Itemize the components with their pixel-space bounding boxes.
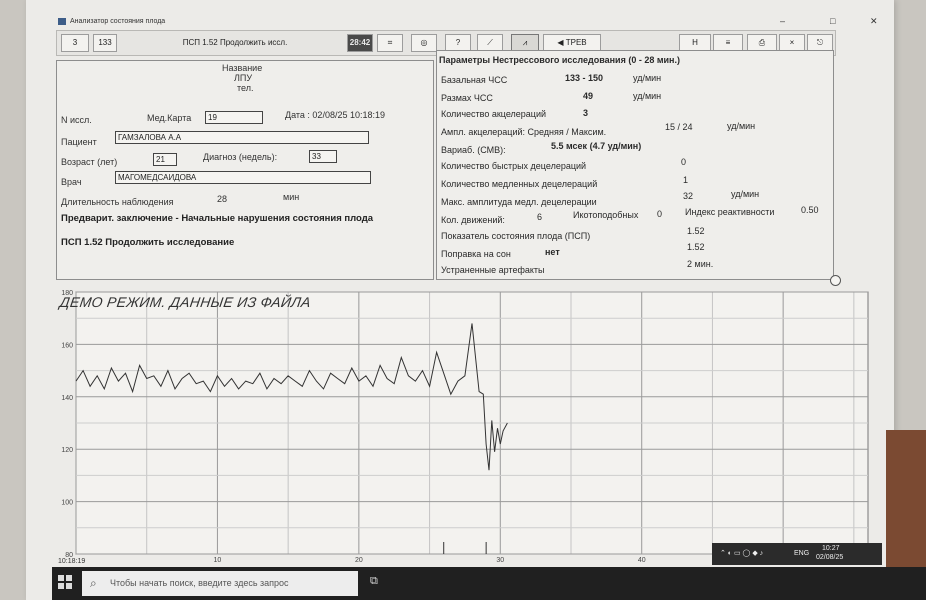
chart-scroll-handle[interactable] [830, 275, 841, 286]
param-label: Количество быстрых децелераций [441, 161, 587, 171]
app-icon [58, 18, 66, 25]
doctor-label: Врач [61, 177, 82, 187]
param-value: 32 [683, 191, 694, 201]
duration-value: 28 [217, 194, 228, 204]
task-view-icon[interactable]: ⧉ [370, 575, 378, 588]
doctor-field[interactable]: МАГОМЕДСАИДОВА [115, 171, 371, 184]
param-label: Устраненные артефакты [441, 265, 545, 275]
status-text: ПСП 1.52 Продолжить иссл. [182, 38, 288, 47]
y-tick-label: 120 [61, 447, 73, 454]
param-label: Показатель состояния плода (ПСП) [441, 231, 591, 241]
age-label: Возраст (лет) [61, 157, 118, 167]
param-value: 5.5 мсек (4.7 уд/мин) [551, 141, 642, 151]
param-value: 1 [683, 175, 689, 185]
psp-extra-value: 1.52 [687, 242, 705, 252]
param-label: Количество акцелераций [441, 109, 547, 119]
patient-field[interactable]: ГАМЗАЛОВА А.А [115, 131, 369, 144]
x-tick-label: 40 [638, 557, 646, 564]
taskbar-search-input[interactable]: ⌕ Чтобы начать поиск, введите здесь запр… [82, 571, 358, 596]
y-tick-label: 160 [61, 342, 73, 349]
org-title: Название [222, 63, 263, 73]
param-value: 49 [583, 91, 594, 101]
system-tray: ⌃ ◐ ▭ ◯ ◆ ♪ ENG 10:27 02/08/25 [712, 543, 882, 565]
param-value: 0 [681, 157, 687, 167]
tray-icons[interactable]: ⌃ ◐ ▭ ◯ ◆ ♪ [720, 549, 763, 557]
date-label: Дата : 02/08/25 10:18:19 [285, 110, 385, 120]
param-label: Базальная ЧСС [441, 75, 508, 85]
duration-unit: мин [283, 192, 300, 202]
x-tick-label: 10 [214, 557, 222, 564]
param-value: 15 / 24 [665, 122, 693, 132]
y-tick-label: 140 [61, 395, 73, 402]
study-number-label: N иссл. [61, 115, 92, 125]
org-phone: тел. [237, 83, 254, 93]
search-icon: ⌕ [90, 576, 97, 590]
alarm-label: ТРЕВ [565, 38, 587, 47]
hiccup-value: 0 [657, 209, 663, 219]
parameters-title: Параметры Нестрессового исследования (0 … [439, 55, 680, 65]
diagnosis-label: Диагноз (недель): [203, 152, 278, 162]
param-label: Кол. движений: [441, 215, 505, 225]
tray-date[interactable]: 02/08/25 [816, 554, 843, 561]
patient-panel: Название ЛПУ тел. N иссл. Мед.Карта 19 Д… [56, 60, 434, 280]
reactivity-label: Индекс реактивности [685, 207, 775, 217]
window-titlebar: Анализатор состояния плода – □ ✕ [58, 16, 888, 30]
ctg-chart: 801001201401601801020304050 [56, 282, 886, 564]
age-field[interactable]: 21 [153, 153, 177, 166]
language-indicator[interactable]: ENG [794, 550, 809, 557]
chart-start-time: 10:18:19 [58, 558, 86, 565]
param-unit: уд/мин [727, 121, 756, 131]
param-label: Ампл. акцелераций: Средняя / Максим. [441, 127, 607, 137]
maximize-icon[interactable]: □ [830, 16, 835, 26]
parameters-panel: Параметры Нестрессового исследования (0 … [436, 50, 834, 280]
card-label: Мед.Карта [147, 113, 192, 123]
psp-note: ПСП 1.52 Продолжить исследование [61, 237, 235, 248]
window-title: Анализатор состояния плода [70, 18, 166, 25]
duration-label: Длительность наблюдения [61, 197, 174, 207]
param-value: 3 [583, 108, 589, 118]
record-number-field[interactable]: 133 [93, 34, 117, 52]
ctg-chart-svg: 801001201401601801020304050 [61, 290, 869, 564]
eye-icon[interactable]: ◎ [411, 34, 437, 52]
reactivity-value: 0.50 [801, 205, 819, 215]
x-tick-label: 30 [496, 557, 504, 564]
windows-start-icon[interactable] [58, 575, 72, 589]
search-placeholder: Чтобы начать поиск, введите здесь запрос [110, 578, 289, 588]
timer-display: 28:42 [347, 34, 373, 52]
demo-mode-label: ДЕМО РЕЖИМ. ДАННЫЕ ИЗ ФАЙЛА [58, 294, 313, 310]
param-unit: уд/мин [633, 91, 662, 101]
param-label: Вариаб. (СМВ): [441, 145, 506, 155]
param-label: Макс. амплитуда медл. децелерации [441, 197, 597, 207]
x-tick-label: 20 [355, 557, 363, 564]
speaker-icon: ◀ [557, 38, 564, 47]
org-lpu: ЛПУ [234, 73, 253, 83]
scale-icon[interactable]: ⌗ [377, 34, 403, 52]
hiccup-label: Икотоподобных [573, 210, 639, 220]
param-unit: уд/мин [731, 189, 760, 199]
preliminary-conclusion: Предварит. заключение - Начальные наруше… [61, 213, 374, 224]
param-value: нет [545, 247, 560, 257]
tray-time[interactable]: 10:27 [822, 545, 840, 552]
param-label: Поправка на сон [441, 249, 511, 259]
param-value: 133 - 150 [565, 73, 604, 83]
minimize-icon[interactable]: – [780, 16, 785, 26]
param-value: 2 мин. [687, 259, 714, 269]
param-label: Размах ЧСС [441, 93, 493, 103]
close-window-icon[interactable]: ✕ [870, 16, 878, 27]
param-label: Количество медленных децелераций [441, 179, 598, 189]
param-unit: уд/мин [633, 73, 662, 83]
param-value: 1.52 [687, 226, 705, 236]
param-value: 6 [537, 212, 543, 222]
taskbar: ⌕ Чтобы начать поиск, введите здесь запр… [52, 567, 926, 600]
patient-label: Пациент [61, 137, 97, 147]
mode-button[interactable]: 3 [61, 34, 89, 52]
y-tick-label: 100 [61, 500, 73, 507]
diagnosis-field[interactable]: 33 [309, 150, 337, 163]
card-field[interactable]: 19 [205, 111, 263, 124]
